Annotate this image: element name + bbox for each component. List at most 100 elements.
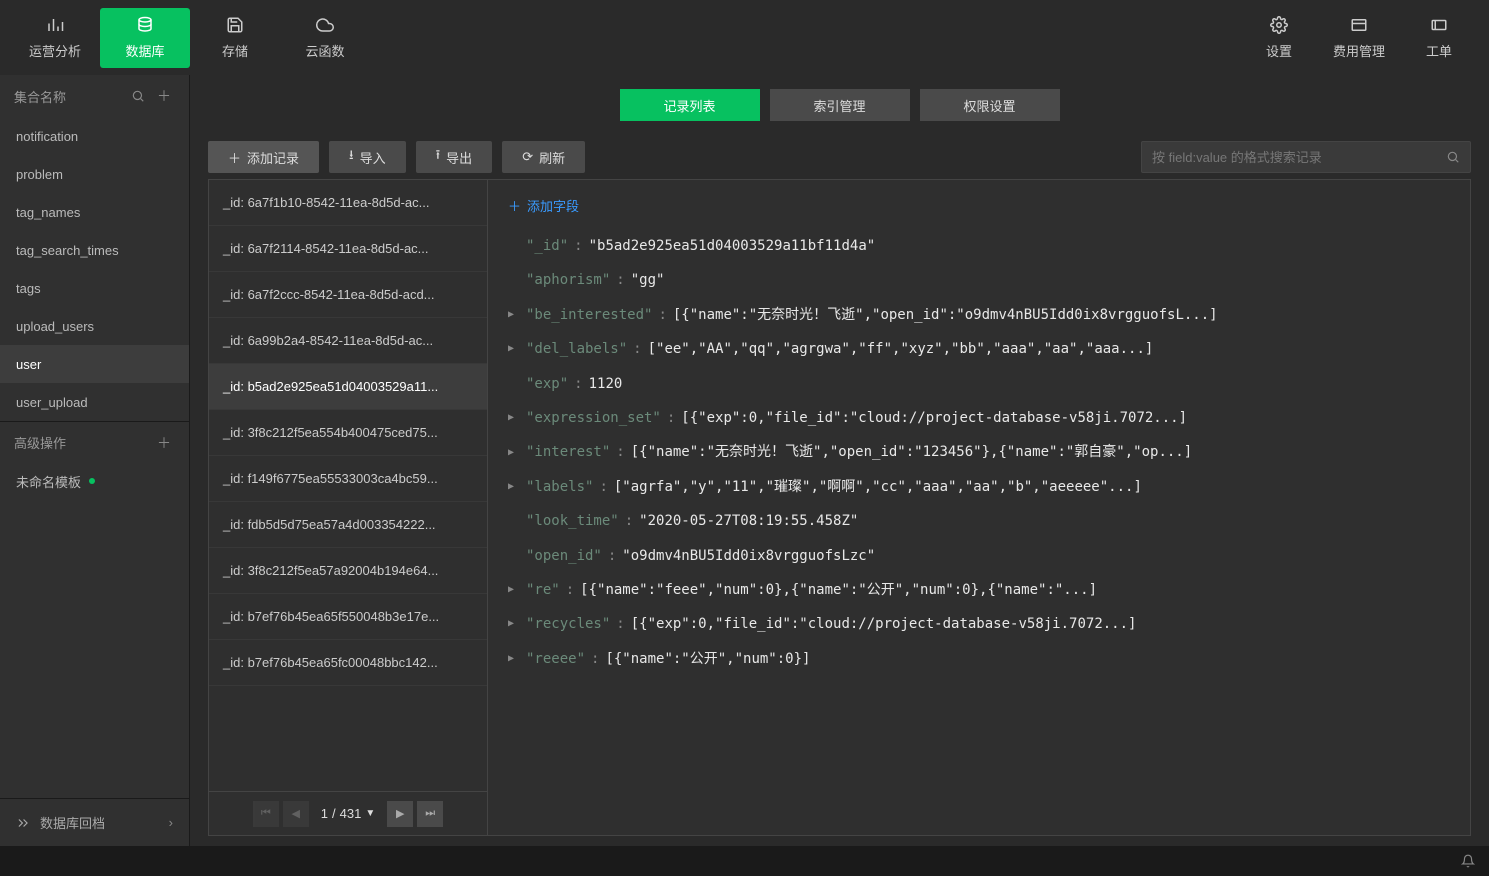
field-row[interactable]: "exp": 1120	[508, 367, 1450, 401]
nav-ticket[interactable]: 工单	[1399, 8, 1479, 68]
expand-icon[interactable]: ▶	[508, 582, 520, 598]
search-icon[interactable]	[1446, 150, 1460, 164]
field-key: "_id"	[526, 235, 568, 257]
field-value: [{"exp":0,"file_id":"cloud://project-dat…	[631, 613, 1137, 635]
sidebar-item-problem[interactable]: problem	[0, 155, 189, 193]
record-item[interactable]: _id: 3f8c212f5ea554b400475ced75...	[209, 410, 487, 456]
sidebar-footer[interactable]: 数据库回档 ›	[0, 798, 189, 846]
field-value: "2020-05-27T08:19:55.458Z"	[639, 510, 858, 532]
nav-label: 运营分析	[29, 41, 81, 60]
panes: _id: 6a7f1b10-8542-11ea-8d5d-ac..._id: 6…	[190, 179, 1489, 846]
nav-label: 设置	[1266, 41, 1292, 60]
field-row[interactable]: ▶"interest": [{"name":"无奈时光！飞逝","open_id…	[508, 435, 1450, 469]
field-row[interactable]: ▶"be_interested": [{"name":"无奈时光！飞逝","op…	[508, 298, 1450, 332]
record-item[interactable]: _id: fdb5d5d75ea57a4d003354222...	[209, 502, 487, 548]
nav-storage[interactable]: 存储	[190, 8, 280, 68]
pager-prev-button[interactable]: ◀	[283, 801, 309, 827]
nav-settings[interactable]: 设置	[1239, 8, 1319, 68]
field-row[interactable]: ▶"labels": ["agrfa","y","11","璀璨","啊啊","…	[508, 470, 1450, 504]
refresh-button[interactable]: ⟳ 刷新	[502, 141, 585, 173]
sidebar-item-user_upload[interactable]: user_upload	[0, 383, 189, 421]
field-key: "look_time"	[526, 510, 619, 532]
sidebar-item-tag_names[interactable]: tag_names	[0, 193, 189, 231]
record-item[interactable]: _id: b5ad2e925ea51d04003529a11...	[209, 364, 487, 410]
record-item[interactable]: _id: 6a7f2ccc-8542-11ea-8d5d-acd...	[209, 272, 487, 318]
nav-analytics[interactable]: 运营分析	[10, 8, 100, 68]
upload-icon: ⭱	[436, 146, 441, 168]
tab-records[interactable]: 记录列表	[620, 89, 760, 121]
field-key: "aphorism"	[526, 269, 610, 291]
pager-last-button[interactable]: ⏭	[417, 801, 443, 827]
pager-first-button[interactable]: ⏮	[253, 801, 279, 827]
sidebar-item-upload_users[interactable]: upload_users	[0, 307, 189, 345]
field-row[interactable]: ▶"re": [{"name":"feee","num":0},{"name":…	[508, 573, 1450, 607]
nav-database[interactable]: 数据库	[100, 8, 190, 68]
expand-icon[interactable]: ▶	[508, 410, 520, 426]
field-value: [{"exp":0,"file_id":"cloud://project-dat…	[681, 407, 1187, 429]
record-item[interactable]: _id: 3f8c212f5ea57a92004b194e64...	[209, 548, 487, 594]
template-item[interactable]: 未命名模板	[0, 463, 189, 499]
search-icon[interactable]	[131, 89, 153, 103]
tab-indexes[interactable]: 索引管理	[770, 89, 910, 121]
nav-cloud-functions[interactable]: 云函数	[280, 8, 370, 68]
advanced-list: 未命名模板	[0, 463, 189, 499]
rollback-label: 数据库回档	[40, 813, 105, 832]
nav-label: 费用管理	[1333, 41, 1385, 60]
nav-billing[interactable]: 费用管理	[1319, 8, 1399, 68]
field-row[interactable]: ▶"recycles": [{"exp":0,"file_id":"cloud:…	[508, 607, 1450, 641]
bell-icon[interactable]	[1461, 854, 1475, 868]
record-item[interactable]: _id: 6a7f1b10-8542-11ea-8d5d-ac...	[209, 180, 487, 226]
pager-info[interactable]: 1 / 431 ▼	[313, 806, 383, 821]
field-row[interactable]: "aphorism": "gg"	[508, 263, 1450, 297]
expand-icon[interactable]: ▶	[508, 651, 520, 667]
add-record-button[interactable]: ＋ 添加记录	[208, 141, 319, 173]
expand-icon[interactable]: ▶	[508, 616, 520, 632]
expand-icon[interactable]: ▶	[508, 307, 520, 323]
add-field-button[interactable]: ＋ 添加字段	[508, 196, 579, 215]
pager-next-button[interactable]: ▶	[387, 801, 413, 827]
field-row[interactable]: ▶"del_labels": ["ee","AA","qq","agrgwa",…	[508, 332, 1450, 366]
topnav-left: 运营分析 数据库 存储 云函数	[10, 8, 370, 68]
field-row[interactable]: "_id": "b5ad2e925ea51d04003529a11bf11d4a…	[508, 229, 1450, 263]
field-key: "labels"	[526, 476, 593, 498]
field-row[interactable]: ▶"reeee": [{"name":"公开","num":0}]	[508, 642, 1450, 676]
record-item[interactable]: _id: f149f6775ea55533003ca4bc59...	[209, 456, 487, 502]
sidebar-item-notification[interactable]: notification	[0, 117, 189, 155]
search-box[interactable]	[1141, 141, 1471, 173]
add-collection-icon[interactable]: ＋	[153, 86, 175, 106]
field-value: "b5ad2e925ea51d04003529a11bf11d4a"	[589, 235, 876, 257]
record-item[interactable]: _id: b7ef76b45ea65f550048b3e17e...	[209, 594, 487, 640]
search-input[interactable]	[1152, 150, 1446, 165]
import-button[interactable]: ⭳ 导入	[329, 141, 406, 173]
field-row[interactable]: "open_id": "o9dmv4nBU5Idd0ix8vrgguofsLzc…	[508, 539, 1450, 573]
field-row[interactable]: ▶"expression_set": [{"exp":0,"file_id":"…	[508, 401, 1450, 435]
document-rows: "_id": "b5ad2e925ea51d04003529a11bf11d4a…	[508, 229, 1450, 676]
collections-title: 集合名称	[14, 87, 131, 106]
expand-icon[interactable]: ▶	[508, 479, 520, 495]
export-button[interactable]: ⭱ 导出	[416, 141, 493, 173]
sidebar-item-user[interactable]: user	[0, 345, 189, 383]
topnav-right: 设置 费用管理 工单	[1239, 8, 1479, 68]
nav-label: 数据库	[125, 41, 164, 60]
field-value: [{"name":"无奈时光！飞逝","open_id":"o9dmv4nBU5…	[673, 304, 1218, 326]
sidebar-item-tag_search_times[interactable]: tag_search_times	[0, 231, 189, 269]
expand-icon[interactable]: ▶	[508, 341, 520, 357]
record-item[interactable]: _id: 6a7f2114-8542-11ea-8d5d-ac...	[209, 226, 487, 272]
record-item[interactable]: _id: 6a99b2a4-8542-11ea-8d5d-ac...	[209, 318, 487, 364]
refresh-icon: ⟳	[522, 149, 533, 165]
top-nav: 运营分析 数据库 存储 云函数 设置 费用管理 工单	[0, 0, 1489, 75]
records-pane: _id: 6a7f1b10-8542-11ea-8d5d-ac..._id: 6…	[208, 179, 488, 836]
records-list: _id: 6a7f1b10-8542-11ea-8d5d-ac..._id: 6…	[209, 180, 487, 791]
field-value: [{"name":"无奈时光！飞逝","open_id":"123456"},{…	[631, 441, 1192, 463]
ticket-icon	[1429, 15, 1449, 35]
add-template-icon[interactable]: ＋	[153, 433, 175, 453]
download-icon: ⭳	[349, 146, 354, 168]
record-item[interactable]: _id: b7ef76b45ea65fc00048bbc142...	[209, 640, 487, 686]
collections-list: notificationproblemtag_namestag_search_t…	[0, 117, 189, 421]
sidebar-item-tags[interactable]: tags	[0, 269, 189, 307]
expand-icon[interactable]: ▶	[508, 445, 520, 461]
collections-header: 集合名称 ＋	[0, 75, 189, 117]
tab-permissions[interactable]: 权限设置	[920, 89, 1060, 121]
status-bar	[0, 846, 1489, 876]
field-row[interactable]: "look_time": "2020-05-27T08:19:55.458Z"	[508, 504, 1450, 538]
